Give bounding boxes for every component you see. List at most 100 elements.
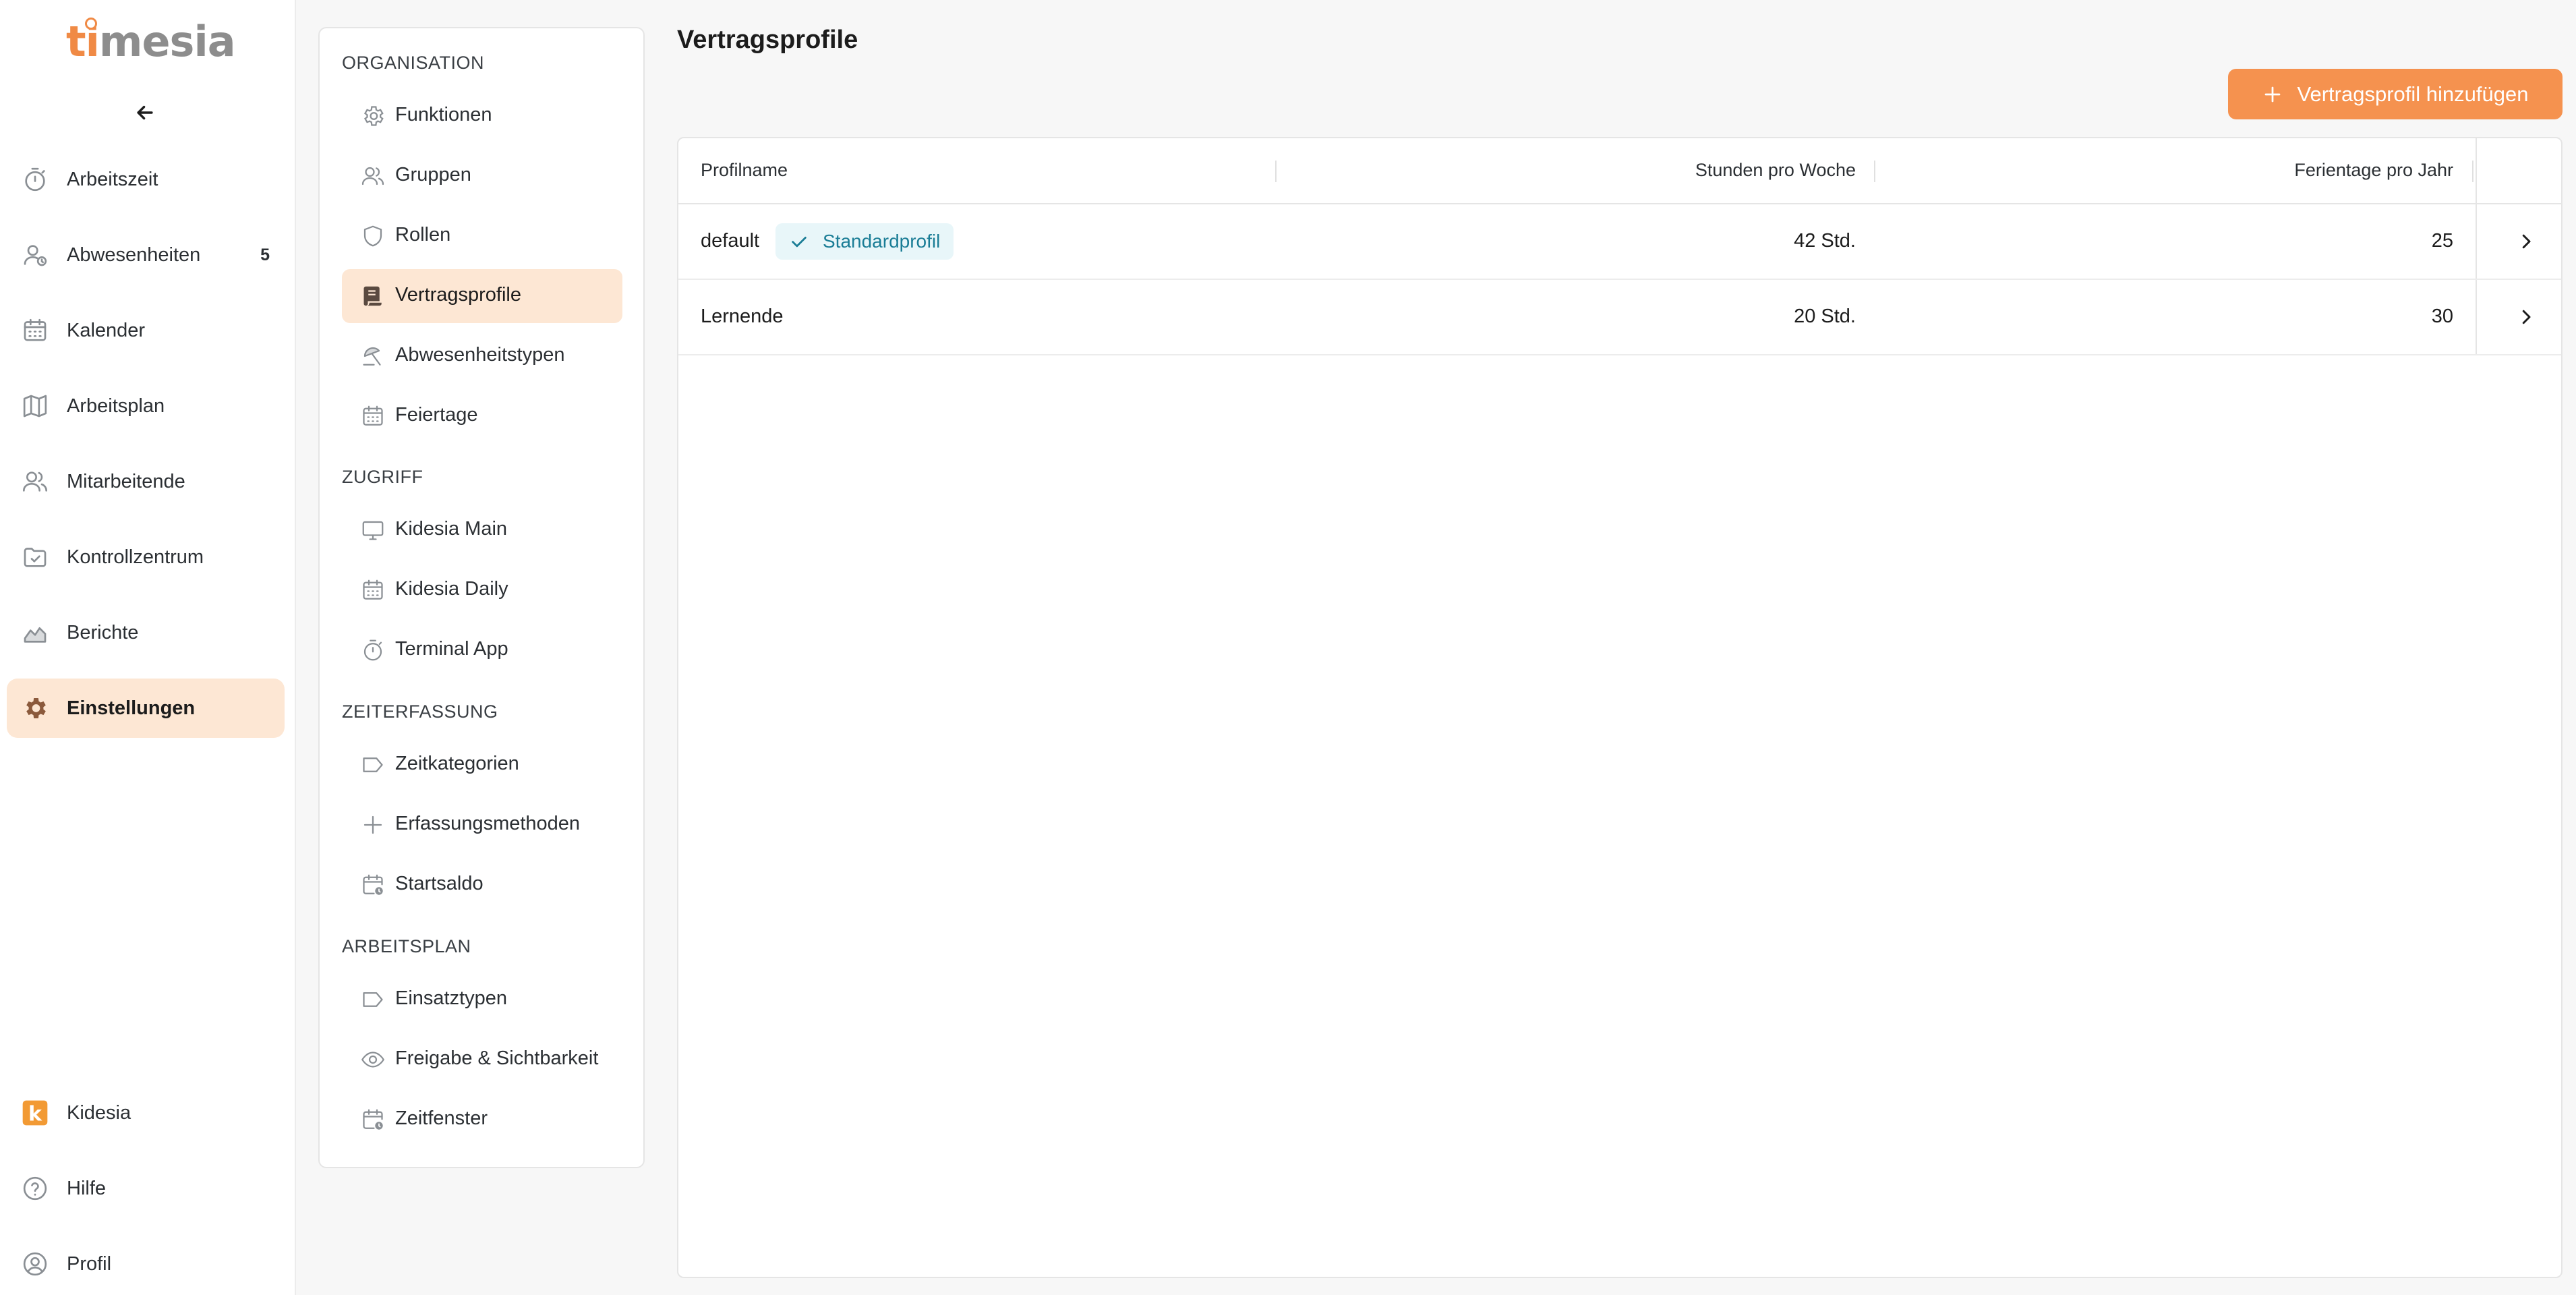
submenu-label: Erfassungsmethoden (395, 813, 581, 834)
absence-count-badge: 5 (260, 245, 270, 264)
gear-outline-icon (361, 104, 385, 128)
contract-profiles-table: Profilname Stunden pro Woche Ferientage … (677, 137, 2563, 1278)
vacation-days-per-year: 25 (2431, 230, 2453, 252)
submenu-item-funktionen[interactable]: Funktionen (342, 89, 622, 143)
nav-label: Abwesenheiten (67, 243, 201, 266)
submenu-item-kidesia-main[interactable]: Kidesia Main (342, 503, 622, 557)
nav-arbeitsplan[interactable]: Arbeitsplan (7, 376, 285, 436)
gear-icon (22, 695, 49, 722)
section-title-arbeitsplan: ARBEITSPLAN (342, 936, 471, 956)
submenu-item-startsaldo[interactable]: Startsaldo (342, 858, 622, 912)
chart-area-icon (22, 619, 49, 646)
nav-mitarbeitende[interactable]: Mitarbeitende (7, 452, 285, 511)
submenu-label: Rollen (395, 224, 451, 246)
nav-label: Hilfe (67, 1177, 107, 1199)
nav-berichte[interactable]: Berichte (7, 603, 285, 662)
map-icon (22, 393, 49, 420)
nav-einstellungen[interactable]: Einstellungen (7, 679, 285, 738)
submenu-label: Gruppen (395, 164, 471, 185)
nav-label: Einstellungen (67, 697, 196, 719)
nav-abwesenheiten[interactable]: Abwesenheiten 5 (7, 225, 285, 285)
column-resizer[interactable] (2472, 161, 2473, 182)
beach-umbrella-icon (361, 344, 385, 368)
nav-kidesia[interactable]: k Kidesia (7, 1083, 285, 1143)
hours-per-week: 20 Std. (1794, 306, 1856, 327)
submenu-item-terminal-app[interactable]: Terminal App (342, 623, 622, 677)
profile-name: default (701, 230, 760, 252)
chevron-right-icon[interactable] (2516, 307, 2536, 327)
nav-label: Mitarbeitende (67, 470, 185, 492)
submenu-item-einsatztypen[interactable]: Einsatztypen (342, 973, 622, 1027)
nav-kontrollzentrum[interactable]: Kontrollzentrum (7, 527, 285, 587)
submenu-item-gruppen[interactable]: Gruppen (342, 149, 622, 203)
submenu-item-abwesenheitstypen[interactable]: Abwesenheitstypen (342, 329, 622, 383)
submenu-label: Freigabe & Sichtbarkeit (395, 1047, 599, 1069)
page-title: Vertragsprofile (677, 26, 858, 54)
standard-profile-badge: Standardprofil (775, 223, 954, 260)
section-title-zeiterfassung: ZEITERFASSUNG (342, 701, 498, 722)
calendar-icon (361, 578, 385, 602)
help-circle-icon (22, 1175, 49, 1202)
tag-icon (361, 987, 385, 1012)
column-resizer[interactable] (1275, 161, 1277, 182)
submenu-item-zeitfenster[interactable]: Zeitfenster (342, 1093, 622, 1147)
header-stunden-pro-woche[interactable]: Stunden pro Woche (1695, 160, 1856, 181)
table-header: Profilname Stunden pro Woche Ferientage … (678, 138, 2561, 204)
section-title-organisation: ORGANISATION (342, 53, 485, 73)
badge-label: Standardprofil (823, 231, 941, 252)
nav-label: Berichte (67, 621, 139, 643)
nav-label: Arbeitsplan (67, 395, 165, 417)
nav-arbeitszeit[interactable]: Arbeitszeit (7, 150, 285, 209)
profile-name: Lernende (701, 306, 784, 327)
column-resizer[interactable] (1874, 161, 1875, 182)
submenu-label: Feiertage (395, 404, 478, 426)
submenu-label: Vertragsprofile (395, 284, 521, 306)
submenu-item-kidesia-daily[interactable]: Kidesia Daily (342, 563, 622, 617)
header-profilname[interactable]: Profilname (701, 160, 788, 181)
submenu-label: Zeitfenster (395, 1107, 488, 1129)
nav-kalender[interactable]: Kalender (7, 301, 285, 360)
logo-dot-icon (85, 18, 97, 30)
submenu-label: Startsaldo (395, 873, 484, 894)
users-icon (22, 468, 49, 495)
back-arrow-icon[interactable] (134, 101, 156, 124)
plus-icon (361, 813, 385, 837)
nav-hilfe[interactable]: Hilfe (7, 1159, 285, 1218)
nav-label: Profil (67, 1253, 112, 1275)
add-button-label: Vertragsprofil hinzufügen (2297, 82, 2529, 106)
submenu-item-vertragsprofile[interactable]: Vertragsprofile (342, 269, 622, 323)
kidesia-glyph: k (28, 1103, 42, 1126)
contract-icon (361, 284, 385, 308)
shield-icon (361, 224, 385, 248)
folder-check-icon (22, 544, 49, 571)
check-icon (789, 231, 809, 252)
hours-per-week: 42 Std. (1794, 230, 1856, 252)
header-ferientage-pro-jahr[interactable]: Ferientage pro Jahr (2294, 160, 2453, 181)
calendar-clock-icon (361, 873, 385, 897)
nav-label: Arbeitszeit (67, 168, 158, 190)
timesia-logo[interactable]: timesia (66, 15, 236, 69)
submenu-item-zeitkategorien[interactable]: Zeitkategorien (342, 738, 622, 792)
submenu-item-feiertage[interactable]: Feiertage (342, 389, 622, 443)
nav-label: Kidesia (67, 1101, 131, 1124)
user-absence-icon (22, 241, 49, 268)
submenu-item-erfassungsmethoden[interactable]: Erfassungsmethoden (342, 798, 622, 852)
submenu-label: Terminal App (395, 638, 508, 660)
submenu-item-freigabe-sichtbarkeit[interactable]: Freigabe & Sichtbarkeit (342, 1033, 622, 1087)
nav-label: Kontrollzentrum (67, 546, 204, 568)
submenu-item-rollen[interactable]: Rollen (342, 209, 622, 263)
submenu-label: Einsatztypen (395, 987, 508, 1009)
submenu-label: Funktionen (395, 104, 492, 125)
plus-icon (2262, 84, 2283, 105)
users-icon (361, 164, 385, 188)
kidesia-logo-icon: k (22, 1099, 49, 1126)
calendar-clock-icon (361, 1107, 385, 1132)
eye-icon (361, 1047, 385, 1072)
add-contract-profile-button[interactable]: Vertragsprofil hinzufügen (2228, 69, 2563, 119)
table-row[interactable]: default Standardprofil 42 Std. 25 (678, 204, 2561, 280)
nav-label: Kalender (67, 319, 146, 341)
chevron-right-icon[interactable] (2516, 231, 2536, 252)
table-row[interactable]: Lernende 20 Std. 30 (678, 280, 2561, 355)
section-title-zugriff: ZUGRIFF (342, 467, 423, 487)
nav-profil[interactable]: Profil (7, 1234, 285, 1294)
